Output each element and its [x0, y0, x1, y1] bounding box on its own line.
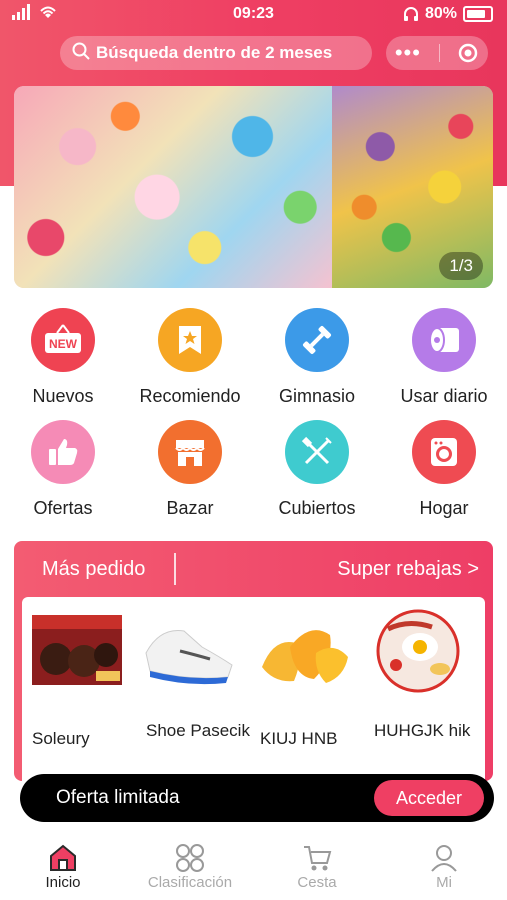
category-recomiendo[interactable]: Recomiendo	[127, 308, 253, 407]
category-usar-diario[interactable]: Usar diario	[381, 308, 507, 407]
product-name: HUHGJK hik	[374, 721, 471, 740]
product-card[interactable]: HUHGJK hik	[368, 607, 478, 742]
category-label: Hogar	[419, 498, 469, 518]
product-image-breakfast-plate	[376, 609, 460, 693]
product-card[interactable]: Soleury	[26, 607, 136, 750]
product-card[interactable]: KIUJ HNB	[254, 607, 364, 750]
product-name: KIUJ HNB	[260, 729, 338, 748]
super-rebajas-link[interactable]: Super rebajas >	[337, 558, 479, 581]
product-name: Shoe Pasecik	[146, 721, 250, 740]
home-icon	[0, 842, 126, 874]
fork-knife-icon	[285, 420, 349, 484]
category-label: Recomiendo	[139, 386, 241, 406]
search-icon	[72, 42, 90, 65]
promo-title: Más pedido	[42, 558, 146, 580]
product-image-shoe	[145, 629, 233, 685]
category-gimnasio[interactable]: Gimnasio	[254, 308, 380, 407]
promo-divider	[174, 553, 176, 585]
close-target-icon[interactable]	[457, 42, 479, 64]
category-bazar[interactable]: Bazar	[127, 420, 253, 519]
tab-mi[interactable]: Mi	[381, 842, 507, 891]
search-placeholder: Búsqueda dentro de 2 meses	[96, 43, 333, 62]
washing-machine-icon	[412, 420, 476, 484]
category-cubiertos[interactable]: Cubiertos	[254, 420, 380, 519]
promo-section: Más pedido Super rebajas > Soleury Shoe …	[14, 541, 493, 781]
acceder-button[interactable]: Acceder	[374, 780, 484, 816]
tab-label: Cesta	[297, 874, 337, 891]
star-bookmark-icon	[158, 308, 222, 372]
tab-inicio[interactable]: Inicio	[0, 842, 126, 891]
offer-text: Oferta limitada	[56, 787, 180, 808]
tab-label: Inicio	[45, 874, 81, 891]
category-label: Nuevos	[32, 386, 94, 406]
category-label: Usar diario	[400, 386, 488, 406]
limited-offer-bar: Oferta limitada Acceder	[20, 774, 494, 822]
category-nuevos[interactable]: NEW Nuevos	[0, 308, 126, 407]
more-icon[interactable]: •••	[395, 40, 421, 66]
category-ofertas[interactable]: Ofertas	[0, 420, 126, 519]
battery-icon	[463, 6, 493, 22]
banner-counter: 1/3	[439, 252, 483, 280]
product-list: Soleury Shoe Pasecik KIUJ HNB HUHGJK hik	[22, 597, 485, 781]
tab-label: Clasificación	[147, 874, 233, 891]
product-name: Soleury	[32, 729, 90, 748]
product-card[interactable]: Shoe Pasecik	[140, 607, 250, 742]
shop-icon	[158, 420, 222, 484]
tab-clasificacion[interactable]: Clasificación	[127, 842, 253, 891]
thumbs-up-icon	[31, 420, 95, 484]
user-icon	[381, 842, 507, 874]
category-label: Gimnasio	[278, 386, 356, 406]
headphones-icon	[403, 7, 418, 21]
search-bar[interactable]: Búsqueda dentro de 2 meses	[60, 36, 372, 70]
tab-cesta[interactable]: Cesta	[254, 842, 380, 891]
new-badge: NEW	[49, 337, 78, 351]
mini-program-capsule: •••	[386, 36, 488, 70]
banner-image-candy	[14, 86, 332, 288]
banner-carousel[interactable]: 1/3	[14, 86, 493, 288]
new-sign-icon: NEW	[31, 308, 95, 372]
category-label: Bazar	[166, 498, 214, 518]
grid-icon	[127, 842, 253, 874]
category-label: Ofertas	[33, 498, 93, 518]
product-image-cookies	[32, 615, 122, 685]
status-bar: 09:23 80%	[0, 0, 507, 30]
category-label: Cubiertos	[278, 498, 356, 518]
dumbbell-icon	[285, 308, 349, 372]
tab-label: Mi	[436, 874, 452, 891]
cart-icon	[254, 842, 380, 874]
product-image-dried-mango	[262, 630, 348, 683]
bottom-tab-bar: Inicio Clasificación Cesta Mi	[0, 832, 507, 900]
category-hogar[interactable]: Hogar	[381, 420, 507, 519]
tissue-roll-icon	[412, 308, 476, 372]
battery-percent: 80%	[424, 5, 457, 22]
